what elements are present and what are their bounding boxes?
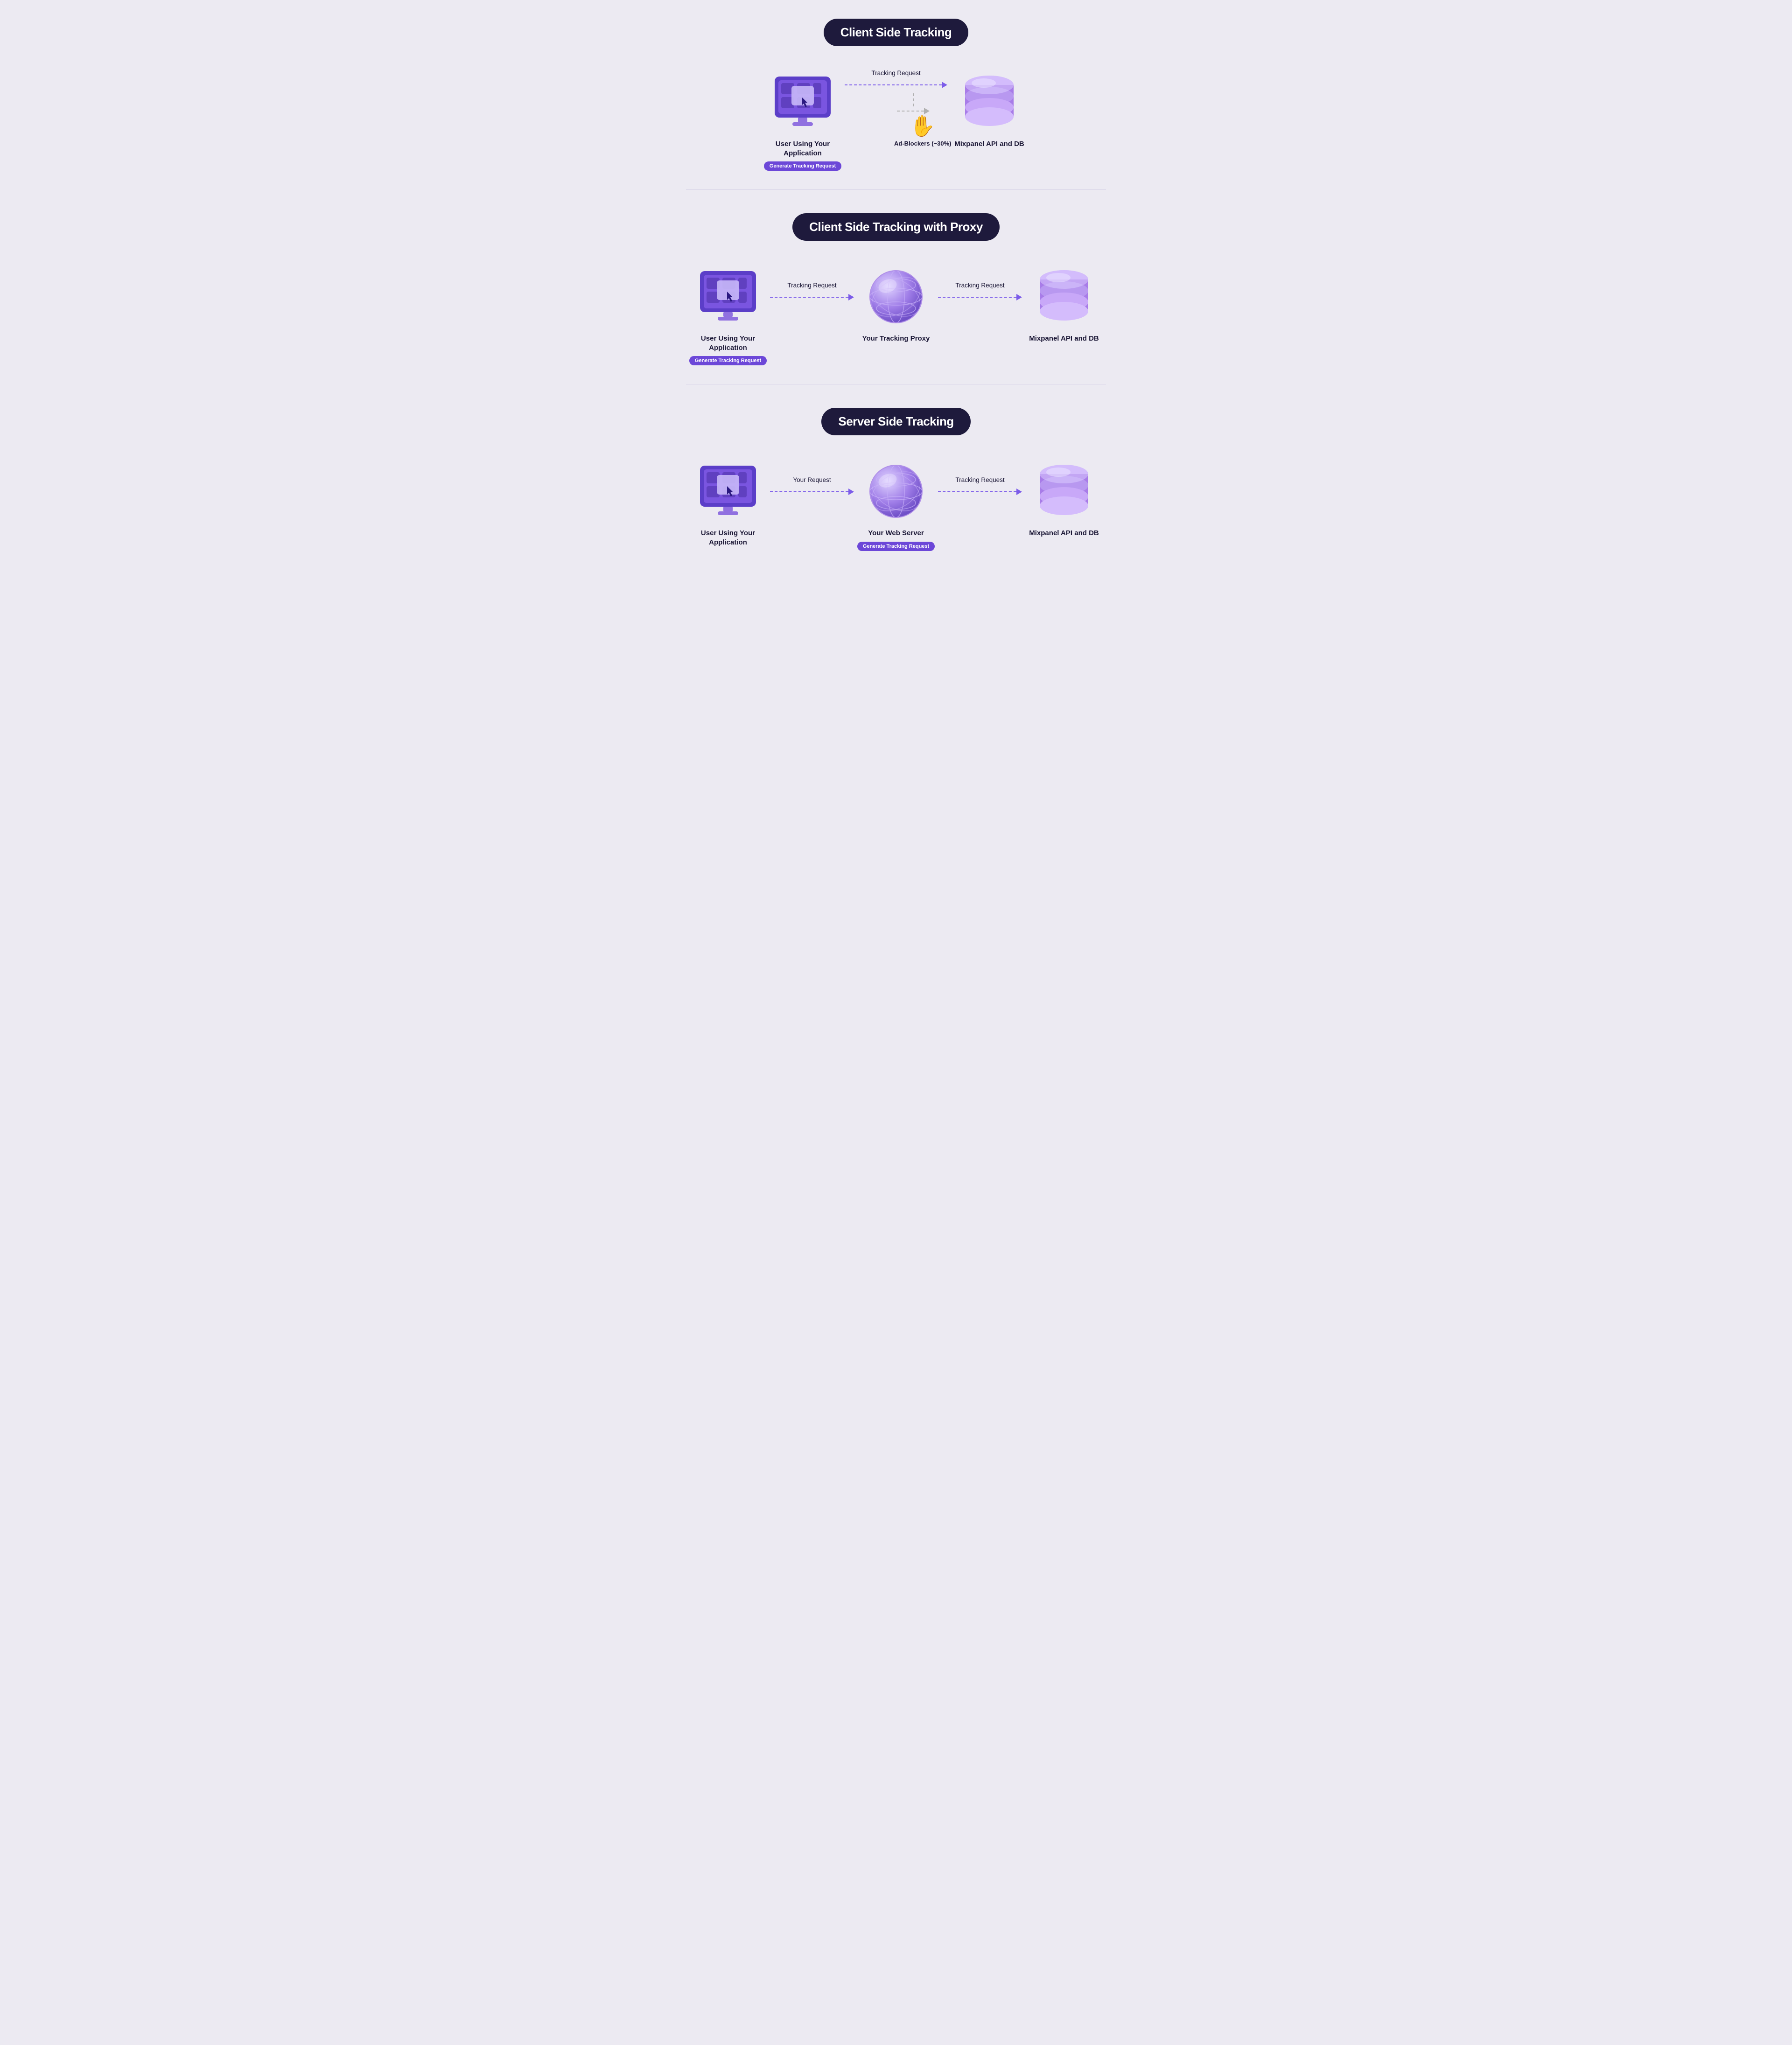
- dashed-arrow-2b: [938, 293, 1022, 302]
- connector-3b: Tracking Request: [938, 459, 1022, 496]
- node-label-user-3: User Using Your Application: [686, 529, 770, 547]
- section-title-3: Server Side Tracking: [821, 408, 970, 435]
- fork-vertical: [913, 93, 914, 106]
- dashed-line-3a: [770, 491, 848, 492]
- section-title-wrap-3: Server Side Tracking: [686, 408, 1106, 435]
- page-container: Client Side Tracking: [686, 19, 1106, 570]
- connector-label-2a: Tracking Request: [787, 282, 836, 289]
- fork-col: ✋ Ad-Blockers (~30%): [875, 93, 951, 148]
- db-icon-2: [1029, 264, 1099, 329]
- node-label-mixpanel-2: Mixpanel API and DB: [1029, 334, 1099, 343]
- monitor-icon-2: [693, 264, 763, 329]
- main-arrow: [845, 80, 947, 90]
- hand-icon: ✋: [910, 114, 936, 138]
- connector-label-2b: Tracking Request: [955, 282, 1004, 289]
- node-label-webserver: Your Web Server: [868, 529, 924, 538]
- dashed-line-3b: [938, 491, 1016, 492]
- dashed-line-2a: [770, 297, 848, 298]
- connector-label-tracking: Tracking Request: [871, 70, 920, 77]
- connector-2a: Tracking Request: [770, 264, 854, 302]
- node-label-mixpanel-1: Mixpanel API and DB: [954, 140, 1024, 149]
- node-web-server: Your Web Server Generate Tracking Reques…: [854, 459, 938, 551]
- connector-adblocker: Tracking Request: [845, 70, 947, 148]
- section-title-1: Client Side Tracking: [824, 19, 969, 46]
- arrow-head-3a: [848, 489, 854, 495]
- monitor-icon-3: [693, 459, 763, 524]
- connector-label-3b: Tracking Request: [955, 476, 1004, 483]
- section-client-side: Client Side Tracking: [686, 19, 1106, 190]
- node-user-app-3: User Using Your Application: [686, 459, 770, 547]
- node-user-app-1: User Using Your Application Generate Tra…: [761, 70, 845, 171]
- dashed-arrow-3a: [770, 487, 854, 496]
- monitor-icon-1: [768, 70, 838, 135]
- db-icon-3: [1029, 459, 1099, 524]
- node-label-user-1: User Using Your Application: [761, 140, 845, 158]
- db-icon-1: [954, 70, 1024, 135]
- main-arrowhead: [942, 82, 947, 88]
- fork-line: [897, 111, 924, 112]
- arrow-head-3b: [1016, 489, 1022, 495]
- node-badge-user-1: Generate Tracking Request: [764, 161, 841, 171]
- arrow-head-2b: [1016, 294, 1022, 300]
- fork-arrowhead: [924, 108, 930, 114]
- connector-label-3a: Your Request: [793, 476, 831, 483]
- diagram-row-2: User Using Your Application Generate Tra…: [686, 264, 1106, 365]
- adblocker-node: ✋ Ad-Blockers (~30%): [875, 118, 951, 148]
- section-title-2: Client Side Tracking with Proxy: [792, 213, 1000, 241]
- node-mixpanel-2: Mixpanel API and DB: [1022, 264, 1106, 343]
- globe-icon-server: [861, 459, 931, 524]
- node-mixpanel-1: Mixpanel API and DB: [947, 70, 1031, 149]
- diagram-row-3: User Using Your Application Your Request: [686, 459, 1106, 551]
- adblocker-label: Ad-Blockers (~30%): [894, 140, 951, 148]
- dashed-arrow-2a: [770, 293, 854, 302]
- section-server-side: Server Side Tracking: [686, 408, 1106, 570]
- arrow-head-2a: [848, 294, 854, 300]
- adblocker-fork: ✋ Ad-Blockers (~30%): [845, 93, 947, 148]
- node-label-user-2: User Using Your Application: [686, 334, 770, 352]
- section-title-wrap-1: Client Side Tracking: [686, 19, 1106, 46]
- dashed-line-2b: [938, 297, 1016, 298]
- dashed-arrow-3b: [938, 487, 1022, 496]
- node-proxy: Your Tracking Proxy: [854, 264, 938, 343]
- node-badge-user-2: Generate Tracking Request: [689, 356, 767, 365]
- node-badge-webserver: Generate Tracking Request: [857, 542, 935, 551]
- connector-3a: Your Request: [770, 459, 854, 496]
- section-client-side-proxy: Client Side Tracking with Proxy: [686, 213, 1106, 384]
- section-title-wrap-2: Client Side Tracking with Proxy: [686, 213, 1106, 241]
- node-label-mixpanel-3: Mixpanel API and DB: [1029, 529, 1099, 538]
- main-line: [845, 84, 942, 85]
- fork-arrow: [897, 106, 930, 116]
- connector-2b: Tracking Request: [938, 264, 1022, 302]
- diagram-row-1: User Using Your Application Generate Tra…: [686, 70, 1106, 171]
- node-user-app-2: User Using Your Application Generate Tra…: [686, 264, 770, 365]
- node-label-proxy: Your Tracking Proxy: [862, 334, 930, 343]
- node-mixpanel-3: Mixpanel API and DB: [1022, 459, 1106, 538]
- globe-icon-proxy: [861, 264, 931, 329]
